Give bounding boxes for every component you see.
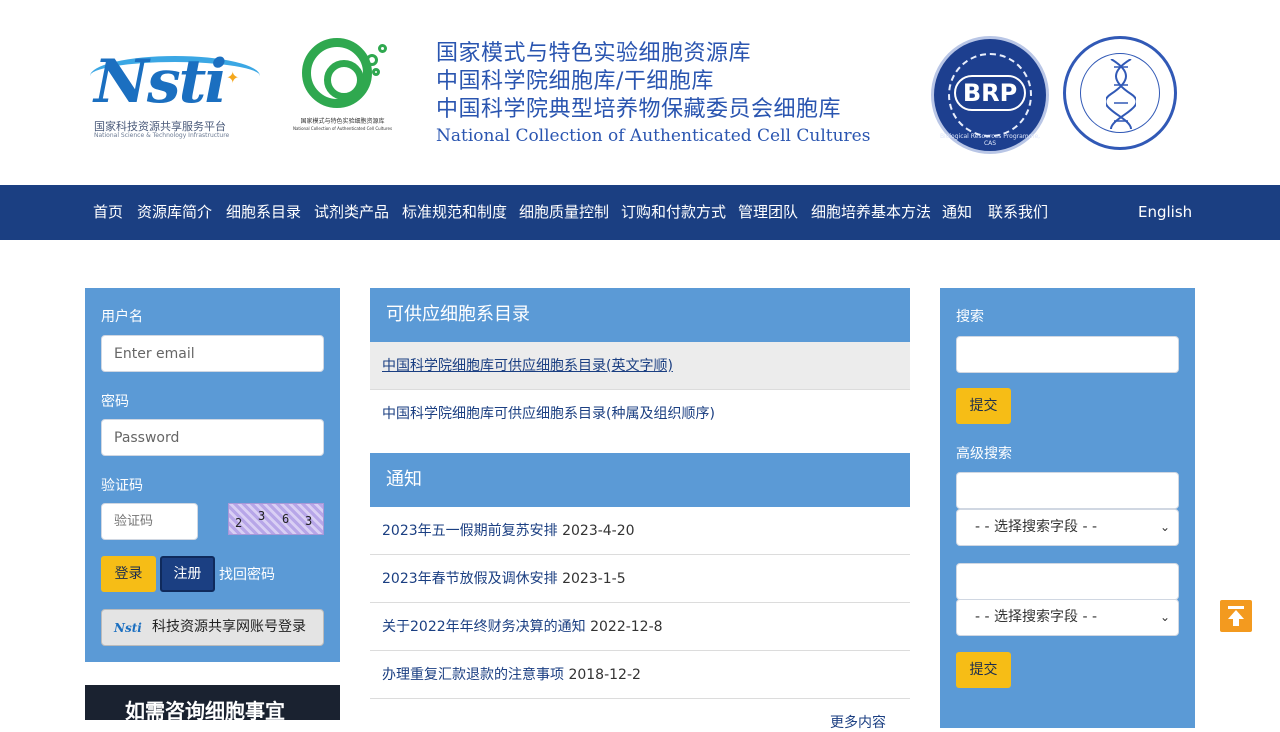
nsti-logo-word: Nsti (94, 47, 227, 117)
cell-logo-dot (366, 54, 378, 66)
nsti-account-login-button[interactable]: Nsti 科技资源共享网账号登录 (101, 609, 324, 646)
notice-item[interactable]: 关于2022年年终财务决算的通知 2022-12-8 (370, 603, 910, 651)
search-field-select-2[interactable]: - - 选择搜索字段 - - ⌄ (956, 599, 1179, 636)
notice-date: 2018-12-2 (568, 667, 641, 683)
site-title: 国家模式与特色实验细胞资源库 中国科学院细胞库/干细胞库 中国科学院典型培养物保… (436, 40, 906, 148)
nav-home[interactable]: 首页 (93, 185, 123, 240)
search-field-select-value: - - 选择搜索字段 - - (975, 609, 1098, 625)
notice-title[interactable]: 2023年春节放假及调休安排 (382, 571, 558, 587)
site-title-line: 中国科学院细胞库/干细胞库 (436, 69, 714, 94)
login-panel: 用户名 密码 验证码 2 3 6 3 登录 注册 找回密码 Nsti 科技资源共… (85, 288, 340, 662)
search-panel: 搜索 提交 高级搜索 - - 选择搜索字段 - - ⌄ - - 选择搜索字段 -… (940, 288, 1195, 728)
captcha-char: 2 (235, 516, 243, 530)
site-title-line: 中国科学院典型培养物保藏委员会细胞库 (436, 97, 842, 122)
username-input[interactable] (101, 335, 324, 372)
advanced-search-input-2[interactable] (956, 563, 1179, 600)
captcha-label: 验证码 (101, 478, 143, 494)
site-title-en: National Collection of Authenticated Cel… (436, 126, 871, 146)
search-input[interactable] (956, 336, 1179, 373)
site-header: Nsti ✦ 国家科技资源共享服务平台 National Science & T… (0, 0, 1280, 185)
catalog-link[interactable]: 中国科学院细胞库可供应细胞系目录(种属及组织顺序) (370, 390, 910, 438)
cell-logo-en: National Collection of Authenticated Cel… (292, 126, 393, 131)
captcha-image[interactable]: 2 3 6 3 (228, 503, 324, 535)
main-nav: 首页 资源库简介 细胞系目录 试剂类产品 标准规范和制度 细胞质量控制 订购和付… (0, 185, 1280, 240)
brp-seal-text: BRP (954, 75, 1026, 111)
nsti-mini-logo-icon: Nsti (114, 621, 142, 635)
cell-logo-dot (378, 44, 387, 53)
password-label: 密码 (101, 394, 129, 410)
notice-item[interactable]: 2023年五一假期前复苏安排 2023-4-20 (370, 507, 910, 555)
nav-about[interactable]: 资源库简介 (137, 185, 212, 240)
nav-standards[interactable]: 标准规范和制度 (402, 185, 507, 240)
cell-logo-ring (302, 38, 372, 108)
dna-helix-icon (1106, 59, 1136, 129)
more-notices-link[interactable]: 更多内容 (830, 712, 886, 732)
nav-ordering[interactable]: 订购和付款方式 (621, 185, 726, 240)
site-title-line: 国家模式与特色实验细胞资源库 (436, 41, 752, 66)
advanced-search-label: 高级搜索 (956, 446, 1012, 462)
back-to-top-icon (1228, 606, 1244, 609)
cell-logo-cn: 国家模式与特色实验细胞资源库 (300, 118, 385, 125)
forgot-password-link[interactable]: 找回密码 (219, 564, 275, 584)
search-field-select-value: - - 选择搜索字段 - - (975, 519, 1098, 535)
search-submit-button[interactable]: 提交 (956, 388, 1011, 424)
catalog-link[interactable]: 中国科学院细胞库可供应细胞系目录(英文字顺) (370, 342, 910, 390)
arrow-up-icon-stem (1233, 618, 1239, 626)
brp-seal: BRP Biological Resources Programme, CAS (931, 36, 1049, 154)
notice-title[interactable]: 办理重复汇款退款的注意事项 (382, 667, 564, 683)
notice-date: 2023-4-20 (562, 523, 635, 539)
captcha-input[interactable] (101, 503, 198, 540)
back-to-top-button[interactable] (1220, 600, 1252, 632)
register-button[interactable]: 注册 (160, 556, 215, 592)
login-button[interactable]: 登录 (101, 556, 156, 592)
nav-culture-methods[interactable]: 细胞培养基本方法 (811, 185, 931, 240)
notices-heading: 通知 (370, 453, 910, 507)
cell-bank-logo[interactable]: 国家模式与特色实验细胞资源库 National Collection of Au… (280, 36, 405, 141)
search-field-select-1[interactable]: - - 选择搜索字段 - - ⌄ (956, 509, 1179, 546)
nsti-logo[interactable]: Nsti ✦ 国家科技资源共享服务平台 National Science & T… (90, 48, 265, 143)
star-icon: ✦ (226, 68, 240, 87)
nsti-account-login-label: 科技资源共享网账号登录 (152, 619, 306, 635)
notice-date: 2022-12-8 (590, 619, 663, 635)
nav-cell-catalog[interactable]: 细胞系目录 (226, 185, 301, 240)
username-label: 用户名 (101, 309, 143, 325)
consult-banner-text: 如需咨询细胞事宜 (125, 699, 285, 720)
notice-title[interactable]: 关于2022年年终财务决算的通知 (382, 619, 586, 635)
password-input[interactable] (101, 419, 324, 456)
notice-date: 2023-1-5 (562, 571, 626, 587)
advanced-search-submit-button[interactable]: 提交 (956, 652, 1011, 688)
captcha-char: 3 (258, 509, 266, 523)
nav-notices[interactable]: 通知 (942, 185, 972, 240)
chevron-down-icon: ⌄ (1159, 610, 1170, 624)
nav-quality-control[interactable]: 细胞质量控制 (519, 185, 609, 240)
chevron-down-icon: ⌄ (1159, 520, 1170, 534)
catalog-heading: 可供应细胞系目录 (370, 288, 910, 342)
cell-logo-dot (372, 68, 380, 76)
notice-item[interactable]: 办理重复汇款退款的注意事项 2018-12-2 (370, 651, 910, 699)
nsti-logo-en: National Science & Technology Infrastruc… (94, 132, 230, 139)
captcha-char: 6 (282, 512, 290, 526)
brp-seal-caption: Biological Resources Programme, CAS (939, 133, 1041, 147)
notice-item[interactable]: 2023年春节放假及调休安排 2023-1-5 (370, 555, 910, 603)
nav-team[interactable]: 管理团队 (738, 185, 798, 240)
captcha-char: 3 (305, 514, 313, 528)
notice-title[interactable]: 2023年五一假期前复苏安排 (382, 523, 558, 539)
dna-seal (1063, 36, 1177, 150)
nav-english[interactable]: English (1138, 185, 1192, 240)
nav-contact[interactable]: 联系我们 (988, 185, 1048, 240)
search-label: 搜索 (956, 309, 984, 325)
consult-banner[interactable]: 如需咨询细胞事宜 (85, 685, 340, 720)
nav-reagents[interactable]: 试剂类产品 (314, 185, 389, 240)
advanced-search-input-1[interactable] (956, 472, 1179, 509)
